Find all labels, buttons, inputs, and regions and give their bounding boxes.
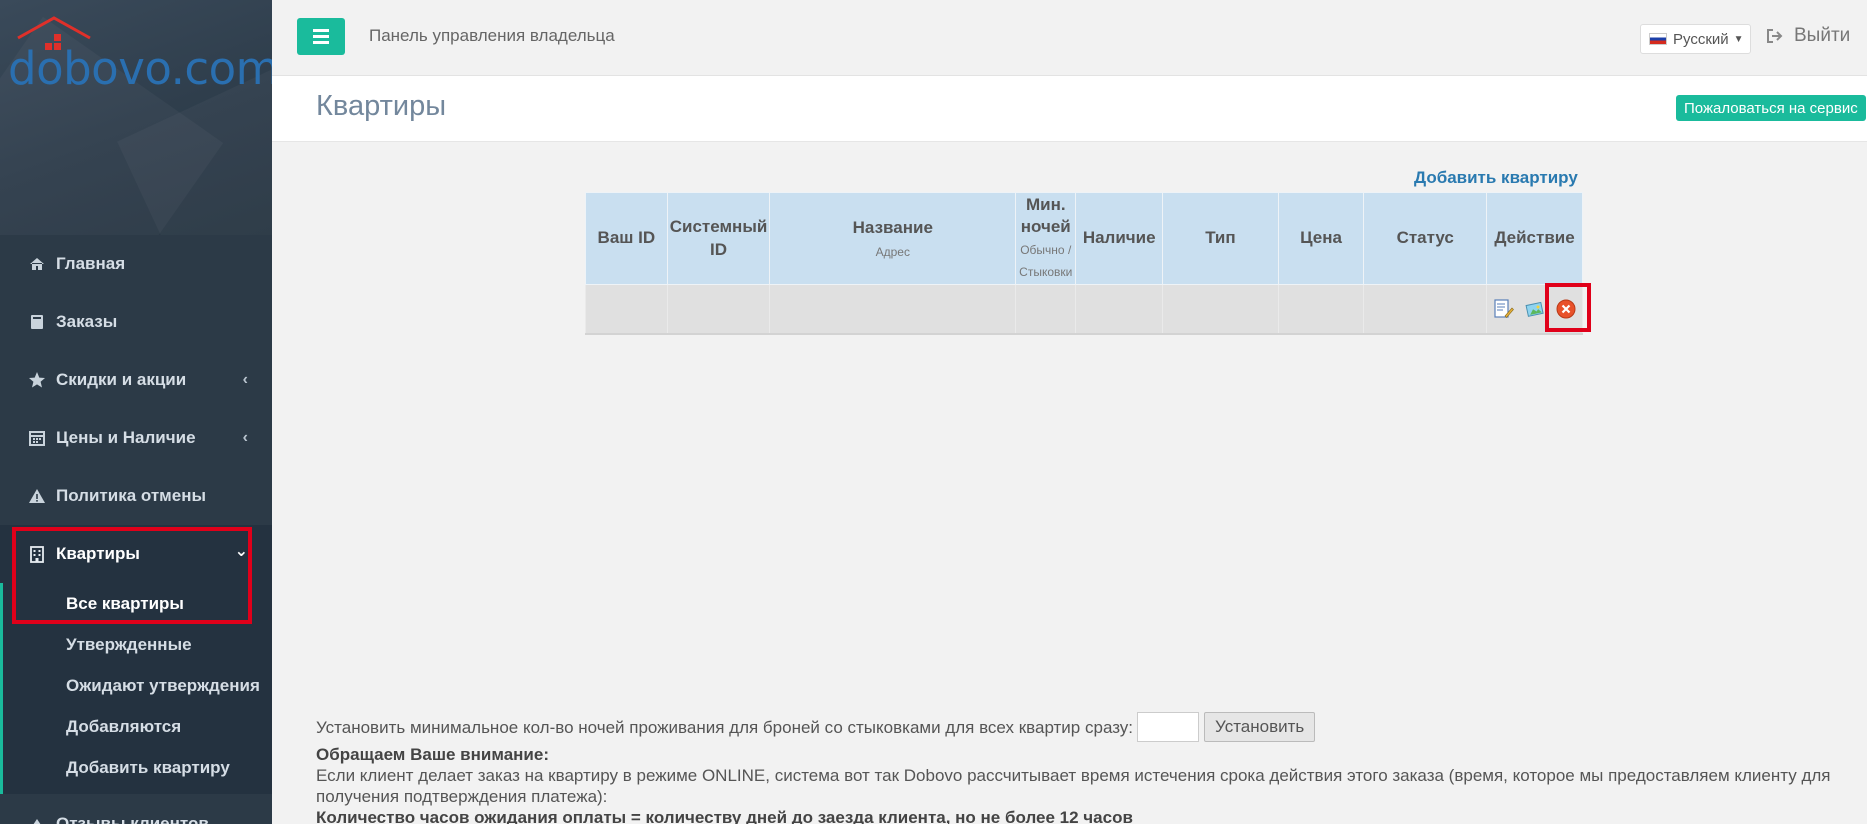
col-action: Действие [1486,192,1583,285]
menu-toggle-button[interactable] [297,18,345,55]
sidebar-item-label: Главная [56,254,126,273]
submenu-item-being-added[interactable]: Добавляются [3,706,272,747]
sidebar-item-discounts[interactable]: Скидки и акции ‹ [0,351,272,409]
col-name[interactable]: Название Адрес [769,192,1017,285]
bottom-section: Установить минимальное кол-во ночей прож… [316,712,1836,824]
submenu-item-pending-approval[interactable]: Ожидают утверждения [3,665,272,706]
complain-button[interactable]: Пожаловаться на сервис [1676,95,1866,121]
sidebar-nav: Главная Заказы Скидки и акции ‹ Цены и Н… [0,235,272,824]
submenu-item-add-apartment[interactable]: Добавить квартиру [3,747,272,788]
star-icon [28,371,46,389]
page-title: Квартиры [316,90,447,122]
col-min-nights-sublabel: Обычно / Стыковки [1019,243,1073,279]
attention-text: Если клиент делает заказ на квартиру в р… [316,766,1831,806]
set-button[interactable]: Установить [1204,712,1316,742]
building-icon [28,545,46,563]
sidebar: dobovo.com Главная Заказы Скидки и акции… [0,0,272,824]
chevron-left-icon: ‹ [242,429,248,446]
sidebar-item-label: Скидки и акции [56,370,187,389]
panel-title: Панель управления владельца [369,26,615,45]
language-label: Русский [1673,30,1729,48]
book-icon [28,313,46,331]
sidebar-item-reviews[interactable]: Отзывы клиентов [0,794,272,824]
table-row [585,284,1583,335]
caret-down-icon: ▼ [1733,33,1744,45]
submenu-item-approved[interactable]: Утвержденные [3,624,272,665]
sidebar-item-prices[interactable]: Цены и Наличие ‹ [0,409,272,467]
min-nights-input[interactable] [1137,712,1200,742]
formula-text: Количество часов ожидания оплаты = колич… [316,808,1133,824]
add-apartment-link[interactable]: Добавить квартиру [1414,168,1578,188]
calendar-icon [28,429,46,447]
sidebar-item-label: Отзывы клиентов [56,814,209,824]
col-min-nights[interactable]: Мин. ночей Обычно / Стыковки [1015,192,1077,285]
page-header: Квартиры Пожаловаться на сервис [272,76,1867,142]
apartments-table: Ваш ID Системный ID Название Адрес Мин. … [585,192,1583,335]
cell-price [1277,284,1365,335]
sidebar-item-label: Цены и Наличие [56,428,196,447]
min-nights-row: Установить минимальное кол-во ночей прож… [316,712,1836,742]
sidebar-item-orders[interactable]: Заказы [0,293,272,351]
table-header-row: Ваш ID Системный ID Название Адрес Мин. … [585,192,1583,285]
russia-flag-icon [1649,33,1667,45]
delete-icon[interactable] [1555,298,1577,320]
cell-availability [1075,284,1164,335]
col-name-sublabel: Адрес [875,244,910,259]
col-type[interactable]: Тип [1162,192,1279,285]
cell-your-id [585,284,668,335]
cell-actions [1486,284,1583,335]
hamburger-icon [313,35,329,38]
home-icon [28,255,46,273]
warning-icon [28,487,46,505]
logo[interactable]: dobovo.com [8,10,272,95]
sidebar-item-home[interactable]: Главная [0,235,272,293]
col-name-label: Название [852,217,933,237]
attention-title: Обращаем Ваше внимание: [316,745,549,764]
col-min-nights-label: Мин. ночей [1020,194,1071,236]
sidebar-item-label: Политика отмены [56,486,206,505]
photo-icon[interactable] [1524,298,1546,320]
submenu-item-all-apartments[interactable]: Все квартиры [3,583,272,624]
sidebar-item-cancellation-policy[interactable]: Политика отмены [0,467,272,525]
language-select[interactable]: Русский ▼ [1640,24,1751,54]
cell-system-id [666,284,771,335]
sidebar-header: dobovo.com [0,0,272,235]
edit-document-icon[interactable] [1492,298,1514,320]
chevron-down-icon: ⌄ [234,542,248,560]
sign-out-icon [1766,28,1784,44]
col-status[interactable]: Статус [1363,192,1488,285]
reviews-icon [28,816,46,824]
apartments-submenu: Все квартиры Утвержденные Ожидают утверж… [0,583,272,794]
cell-status [1363,284,1488,335]
col-system-id[interactable]: Системный ID [666,192,771,285]
top-bar: Панель управления владельца Русский ▼ Вы… [272,0,1867,76]
col-price[interactable]: Цена [1277,192,1365,285]
cell-name [769,284,1017,335]
cell-min-nights [1015,284,1077,335]
sidebar-item-label: Квартиры [56,544,140,563]
row-actions [1487,285,1582,333]
min-nights-label: Установить минимальное кол-во ночей прож… [316,717,1134,737]
chevron-left-icon: ‹ [242,371,248,388]
sidebar-item-apartments[interactable]: Квартиры ⌄ [0,525,272,583]
col-availability[interactable]: Наличие [1075,192,1164,285]
col-your-id[interactable]: Ваш ID [585,192,668,285]
logout-link[interactable]: Выйти [1766,25,1850,47]
logo-text: dobovo.com [8,42,272,95]
cell-type [1162,284,1279,335]
logout-label: Выйти [1794,25,1851,46]
sidebar-item-label: Заказы [56,312,118,331]
